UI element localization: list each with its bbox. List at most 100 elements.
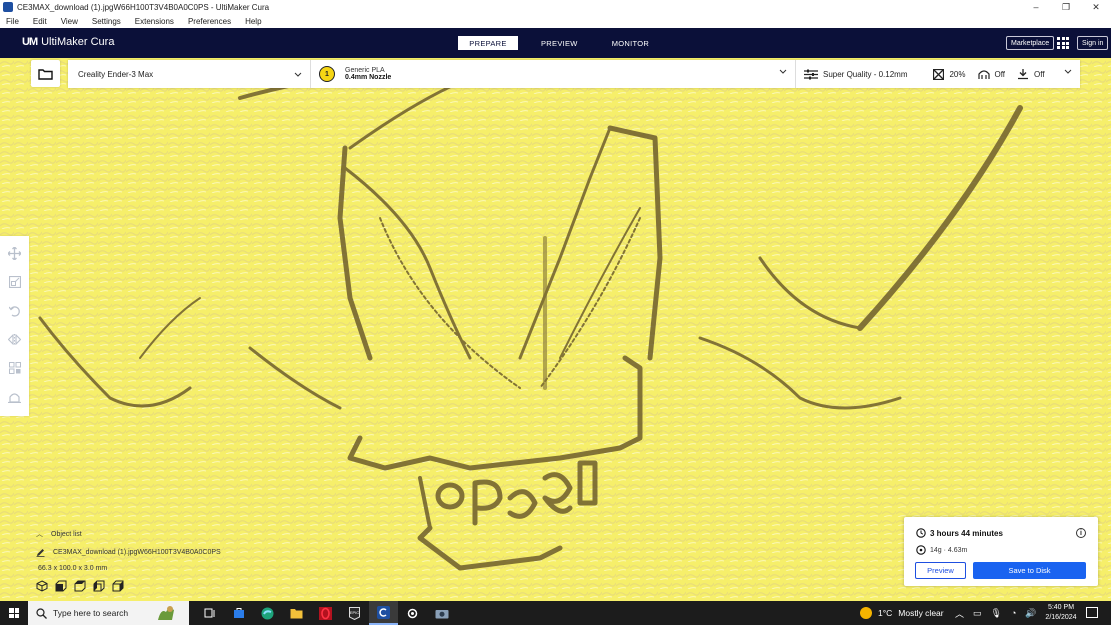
sign-in-button[interactable]: Sign in — [1077, 36, 1109, 50]
printer-selector[interactable]: Creality Ender-3 Max — [68, 60, 311, 88]
print-time: 3 hours 44 minutes — [930, 528, 1003, 538]
minimize-button[interactable]: – — [1021, 0, 1051, 14]
clock-time: 5:40 PM — [1047, 604, 1075, 611]
mirror-icon — [8, 333, 21, 345]
folder-icon — [290, 608, 303, 618]
opera-icon — [319, 606, 332, 620]
windows-taskbar: Type here to search EPIC — [0, 601, 1111, 625]
tab-prepare[interactable]: PREPARE — [458, 36, 518, 50]
wifi-icon[interactable]: ◔ — [1011, 608, 1016, 618]
object-list-toggle[interactable]: ︿ Object list — [36, 529, 236, 539]
cura-app-icon — [3, 2, 13, 12]
microphone-icon[interactable]: 🎙 — [991, 608, 1002, 619]
volume-icon[interactable]: 🔊 — [1025, 608, 1036, 619]
view-top-button[interactable] — [74, 580, 86, 592]
app-logo: UM UltiMaker Cura — [22, 36, 114, 48]
task-view-button[interactable] — [195, 601, 224, 625]
menu-help[interactable]: Help — [245, 17, 261, 26]
pencil-icon — [36, 549, 45, 557]
support-blocker-tool[interactable] — [5, 387, 25, 406]
mirror-tool[interactable] — [5, 330, 25, 349]
camera-icon — [435, 609, 448, 618]
camera-app[interactable] — [427, 601, 456, 625]
menu-file[interactable]: File — [6, 17, 19, 26]
scale-tool[interactable] — [5, 273, 25, 292]
temperature: 1°C — [878, 608, 893, 618]
scale-icon — [8, 276, 21, 288]
print-time-row: 3 hours 44 minutes — [916, 528, 1003, 538]
rotate-tool[interactable] — [5, 301, 25, 320]
cube-left-icon — [93, 580, 105, 592]
gear-icon — [407, 608, 418, 618]
object-list-item[interactable]: CE3MAX_download (1).jpgW66H100T3V4B0A0C0… — [36, 548, 236, 557]
file-explorer-app[interactable] — [282, 601, 311, 625]
move-tool[interactable] — [5, 244, 25, 263]
taskbar-weather[interactable]: 1°C Mostly clear — [860, 601, 944, 625]
maximize-button[interactable]: ❐ — [1051, 0, 1081, 14]
infill-item: 20% — [933, 68, 966, 80]
per-model-settings-tool[interactable] — [5, 359, 25, 378]
edge-icon — [261, 607, 274, 619]
info-icon[interactable]: i — [1076, 528, 1086, 538]
cura-taskbar-app[interactable] — [369, 601, 398, 625]
tab-preview[interactable]: PREVIEW — [530, 36, 589, 50]
menu-view[interactable]: View — [61, 17, 78, 26]
view-front-button[interactable] — [55, 580, 67, 592]
infill-value: 20% — [949, 69, 966, 79]
print-profile-selector[interactable]: Super Quality - 0.12mm 20% Off Off — [796, 60, 1080, 88]
move-icon — [8, 246, 21, 260]
edge-app[interactable] — [253, 601, 282, 625]
camera-view-buttons — [36, 580, 236, 592]
object-name: CE3MAX_download (1).jpgW66H100T3V4B0A0C0… — [53, 549, 221, 556]
save-to-disk-button[interactable]: Save to Disk — [973, 562, 1086, 579]
tray-chevron-up-icon[interactable]: ︿ — [955, 607, 964, 620]
adhesion-item: Off — [1017, 68, 1045, 80]
taskbar-search[interactable]: Type here to search — [28, 601, 189, 625]
preview-button[interactable]: Preview — [915, 562, 966, 579]
adhesion-icon — [1018, 68, 1029, 79]
apps-grid-icon[interactable] — [1057, 37, 1069, 49]
view-left-button[interactable] — [93, 580, 105, 592]
store-app[interactable] — [224, 601, 253, 625]
open-file-button[interactable] — [31, 60, 60, 87]
cube-right-icon — [112, 580, 124, 592]
material-selector[interactable]: 1 Generic PLA 0.4mm Nozzle — [311, 60, 796, 88]
tab-monitor[interactable]: MONITOR — [601, 36, 660, 50]
view-right-button[interactable] — [112, 580, 124, 592]
support-icon — [977, 69, 990, 79]
ultimaker-logo-icon: UM — [22, 36, 38, 48]
cube-front-icon — [55, 580, 67, 592]
task-view-icon — [204, 608, 214, 618]
network-drive-icon[interactable]: ▭ — [973, 608, 982, 619]
search-placeholder: Type here to search — [53, 608, 129, 618]
store-icon — [233, 608, 244, 618]
close-button[interactable]: ✕ — [1081, 0, 1111, 14]
marketplace-button[interactable]: Marketplace — [1006, 36, 1055, 50]
menu-preferences[interactable]: Preferences — [188, 17, 231, 26]
search-highlight-icon — [158, 606, 174, 620]
chevron-down-icon — [779, 69, 787, 74]
weather-moon-icon — [860, 607, 872, 619]
per-model-settings-icon — [8, 362, 21, 375]
start-button[interactable] — [0, 601, 28, 625]
menu-extensions[interactable]: Extensions — [135, 17, 174, 26]
menu-settings[interactable]: Settings — [92, 17, 121, 26]
window-title: CE3MAX_download (1).jpgW66H100T3V4B0A0C0… — [17, 2, 270, 12]
cube-top-icon — [74, 580, 86, 592]
app-name: UltiMaker Cura — [41, 36, 115, 48]
support-item: Off — [977, 69, 1005, 80]
view-3d-button[interactable] — [36, 580, 48, 592]
weather-condition: Mostly clear — [898, 608, 944, 618]
menu-edit[interactable]: Edit — [33, 17, 47, 26]
taskbar-clock[interactable]: 5:40 PM 2/16/2024 — [1043, 603, 1079, 623]
opera-app[interactable] — [311, 601, 340, 625]
rotate-icon — [8, 306, 20, 317]
print-settings-bar: Creality Ender-3 Max 1 Generic PLA 0.4mm… — [68, 60, 1080, 88]
notification-icon[interactable] — [1086, 607, 1098, 618]
system-tray: ︿ ▭ 🎙 ◔ 🔊 — [955, 601, 1046, 625]
object-list-panel: ︿ Object list CE3MAX_download (1).jpgW66… — [36, 529, 236, 592]
material-usage: 14g · 4.63m — [930, 546, 968, 554]
steam-app[interactable] — [398, 601, 427, 625]
epic-games-app[interactable]: EPIC — [340, 601, 369, 625]
spool-icon — [916, 545, 926, 555]
